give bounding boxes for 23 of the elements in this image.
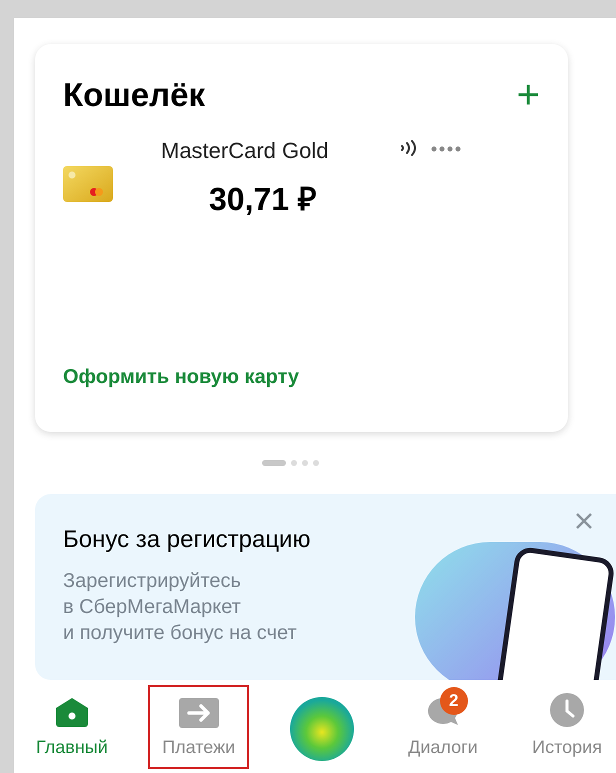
card-icon (63, 166, 113, 202)
close-icon (575, 512, 593, 530)
add-button[interactable]: + (516, 74, 540, 115)
nav-tab[interactable]: Платежи (148, 684, 250, 768)
assistant-orb-icon[interactable] (290, 696, 354, 760)
promo-text: и получите бонус на счет (63, 621, 298, 646)
contactless-icon (398, 140, 419, 156)
arrow-right-icon (178, 698, 219, 728)
notification-badge: 2 (440, 686, 468, 714)
card-name: MasterCard Gold (161, 136, 329, 164)
nav-tab[interactable]: Главный (22, 684, 122, 768)
home-icon (54, 696, 90, 728)
nav-tab[interactable]: Диалоги 2 (394, 684, 492, 768)
clock-icon (549, 692, 586, 728)
close-button[interactable] (575, 512, 593, 530)
nav-tab[interactable]: История (518, 684, 616, 768)
promo-text: в СберМегаМаркет (63, 595, 242, 620)
more-icon[interactable] (430, 146, 461, 152)
promo-text: Зарегистрируйтесь (63, 569, 242, 594)
promo-title: Бонус за регистрацию (63, 525, 310, 556)
new-card-link[interactable]: Оформить новую карту (63, 362, 540, 392)
card-balance: 30,71 ₽ (209, 180, 318, 218)
wallet-title: Кошелёк (63, 75, 205, 115)
